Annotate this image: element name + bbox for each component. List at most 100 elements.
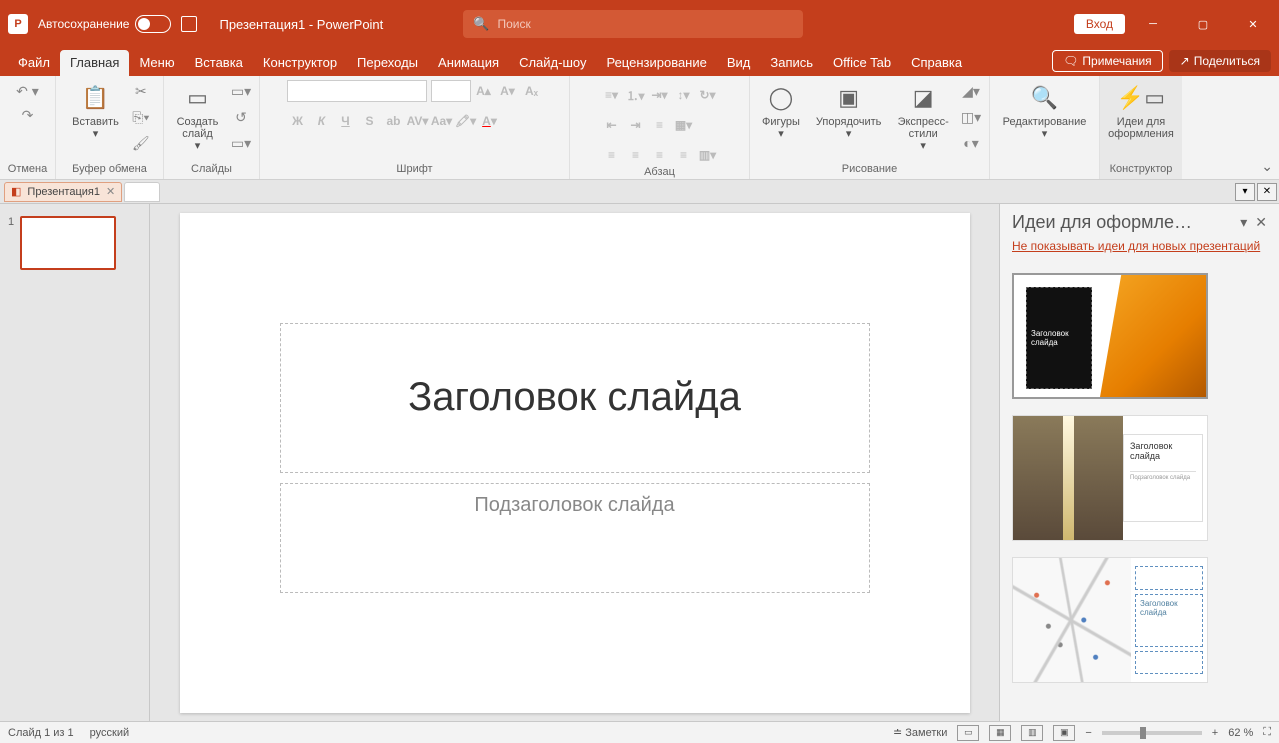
redo-button[interactable]: ↷: [16, 104, 40, 126]
copy-button[interactable]: ⎘▾: [129, 106, 153, 128]
main-area: 1 Заголовок слайда Подзаголовок слайда И…: [0, 204, 1279, 721]
group-paragraph-label: Абзац: [644, 166, 675, 180]
collapse-ribbon-button[interactable]: ⌄: [1261, 158, 1273, 175]
clear-format-button[interactable]: Aₓ: [521, 80, 543, 102]
font-color-button[interactable]: A▾: [479, 110, 501, 132]
shape-fill-button[interactable]: ◢▾: [959, 80, 983, 102]
tab-design[interactable]: Конструктор: [253, 50, 347, 76]
align-left-button[interactable]: ≡: [601, 144, 623, 166]
document-tab-active[interactable]: ◧ Презентация1 ✕: [4, 182, 122, 202]
sorter-view-button[interactable]: ▦: [989, 725, 1011, 741]
autosave-label: Автосохранение: [38, 17, 129, 31]
align-center-button[interactable]: ≡: [625, 144, 647, 166]
design-idea-3[interactable]: Заголовок слайда: [1012, 557, 1208, 683]
justify-button[interactable]: ≡: [673, 144, 695, 166]
textdir-button[interactable]: ↻▾: [697, 84, 719, 106]
columns-button[interactable]: ▥▾: [697, 144, 719, 166]
slide-thumbnail-1[interactable]: [20, 216, 116, 270]
shadow-button[interactable]: ab: [383, 110, 405, 132]
linespacing-button[interactable]: ↕▾: [673, 84, 695, 106]
shape-outline-button[interactable]: ◫▾: [959, 106, 983, 128]
case-button[interactable]: Aa▾: [431, 110, 453, 132]
smartart-button[interactable]: ▦▾: [673, 114, 695, 136]
increase-indent-button[interactable]: ⇥: [625, 114, 647, 136]
bold-button[interactable]: Ж: [287, 110, 309, 132]
align-vert-button[interactable]: ≡: [649, 114, 671, 136]
slide-canvas-area[interactable]: Заголовок слайда Подзаголовок слайда: [150, 204, 999, 721]
search-box[interactable]: 🔍 Поиск: [463, 10, 803, 38]
section-button[interactable]: ▭▾: [229, 132, 253, 154]
tab-slideshow[interactable]: Слайд-шоу: [509, 50, 596, 76]
notes-button[interactable]: ≐ Заметки: [893, 726, 947, 739]
save-icon[interactable]: [181, 16, 197, 32]
tab-animations[interactable]: Анимация: [428, 50, 509, 76]
zoom-slider[interactable]: [1102, 731, 1202, 735]
reset-button[interactable]: ↺: [229, 106, 253, 128]
tab-file[interactable]: Файл: [8, 50, 60, 76]
decrease-indent-button[interactable]: ⇤: [601, 114, 623, 136]
undo-button[interactable]: ↶ ▾: [16, 80, 40, 102]
tab-menu[interactable]: Меню: [129, 50, 184, 76]
language-label[interactable]: русский: [90, 727, 129, 739]
layout-button[interactable]: ▭▾: [229, 80, 253, 102]
highlight-button[interactable]: 🖍▾: [455, 110, 477, 132]
new-document-tab[interactable]: [124, 182, 160, 202]
fit-window-button[interactable]: ⛶: [1263, 726, 1271, 739]
tab-help[interactable]: Справка: [901, 50, 972, 76]
autosave-toggle[interactable]: [135, 15, 171, 33]
font-family-input[interactable]: [287, 80, 427, 102]
spacing-button[interactable]: AV▾: [407, 110, 429, 132]
paste-button[interactable]: 📋 Вставить▾: [66, 80, 125, 142]
close-button[interactable]: ✕: [1231, 0, 1275, 48]
tab-home[interactable]: Главная: [60, 50, 129, 76]
close-doc-tab[interactable]: ✕: [106, 185, 115, 198]
slide-count-label[interactable]: Слайд 1 из 1: [8, 727, 74, 739]
cut-button[interactable]: ✂: [129, 80, 153, 102]
decrease-font-button[interactable]: A▾: [497, 80, 519, 102]
pane-close-button[interactable]: ✕: [1255, 214, 1267, 231]
autosave-control[interactable]: Автосохранение: [38, 15, 171, 33]
minimize-button[interactable]: ─: [1131, 0, 1175, 48]
shapes-button[interactable]: ◯ Фигуры▾: [756, 80, 806, 142]
login-button[interactable]: Вход: [1074, 14, 1125, 34]
quickstyles-button[interactable]: ◪ Экспресс-стили▾: [891, 80, 955, 154]
comments-button[interactable]: 🗨 Примечания: [1052, 50, 1163, 72]
new-slide-button[interactable]: ▭ Создать слайд▾: [170, 80, 225, 154]
align-right-button[interactable]: ≡: [649, 144, 671, 166]
numbering-button[interactable]: ⒈▾: [625, 84, 647, 106]
maximize-button[interactable]: ▢: [1181, 0, 1225, 48]
title-placeholder[interactable]: Заголовок слайда: [280, 323, 870, 473]
reading-view-button[interactable]: ▥: [1021, 725, 1043, 741]
slideshow-view-button[interactable]: ▣: [1053, 725, 1075, 741]
tab-insert[interactable]: Вставка: [185, 50, 253, 76]
zoom-level[interactable]: 62 %: [1228, 727, 1253, 739]
pane-dropdown-icon[interactable]: ▾: [1240, 214, 1247, 231]
bullets-button[interactable]: ≡▾: [601, 84, 623, 106]
zoom-in-button[interactable]: +: [1212, 727, 1218, 739]
zoom-out-button[interactable]: −: [1085, 727, 1091, 739]
arrange-button[interactable]: ▣ Упорядочить▾: [810, 80, 887, 142]
design-idea-2[interactable]: Заголовок слайда Подзаголовок слайда: [1012, 415, 1208, 541]
share-button[interactable]: ↗ Поделиться: [1169, 50, 1271, 72]
strike-button[interactable]: S: [359, 110, 381, 132]
shape-effects-button[interactable]: ◐▾: [959, 132, 983, 154]
tab-dropdown-button[interactable]: ▾: [1235, 183, 1255, 201]
increase-font-button[interactable]: A▴: [473, 80, 495, 102]
indent-button[interactable]: ⇥▾: [649, 84, 671, 106]
dont-show-ideas-link[interactable]: Не показывать идеи для новых презентаций: [1012, 239, 1267, 253]
normal-view-button[interactable]: ▭: [957, 725, 979, 741]
tab-transitions[interactable]: Переходы: [347, 50, 428, 76]
tab-review[interactable]: Рецензирование: [596, 50, 716, 76]
italic-button[interactable]: К: [311, 110, 333, 132]
design-idea-1[interactable]: Заголовок слайда: [1012, 273, 1208, 399]
tab-officetab[interactable]: Office Tab: [823, 50, 901, 76]
tab-view[interactable]: Вид: [717, 50, 761, 76]
subtitle-placeholder[interactable]: Подзаголовок слайда: [280, 483, 870, 593]
underline-button[interactable]: Ч: [335, 110, 357, 132]
design-ideas-button[interactable]: ⚡▭ Идеи для оформления: [1102, 80, 1180, 142]
tab-close-button[interactable]: ✕: [1257, 183, 1277, 201]
tab-record[interactable]: Запись: [760, 50, 823, 76]
format-painter-button[interactable]: 🖌: [129, 132, 153, 154]
font-size-input[interactable]: [431, 80, 471, 102]
editing-button[interactable]: 🔍 Редактирование▾: [997, 80, 1093, 142]
